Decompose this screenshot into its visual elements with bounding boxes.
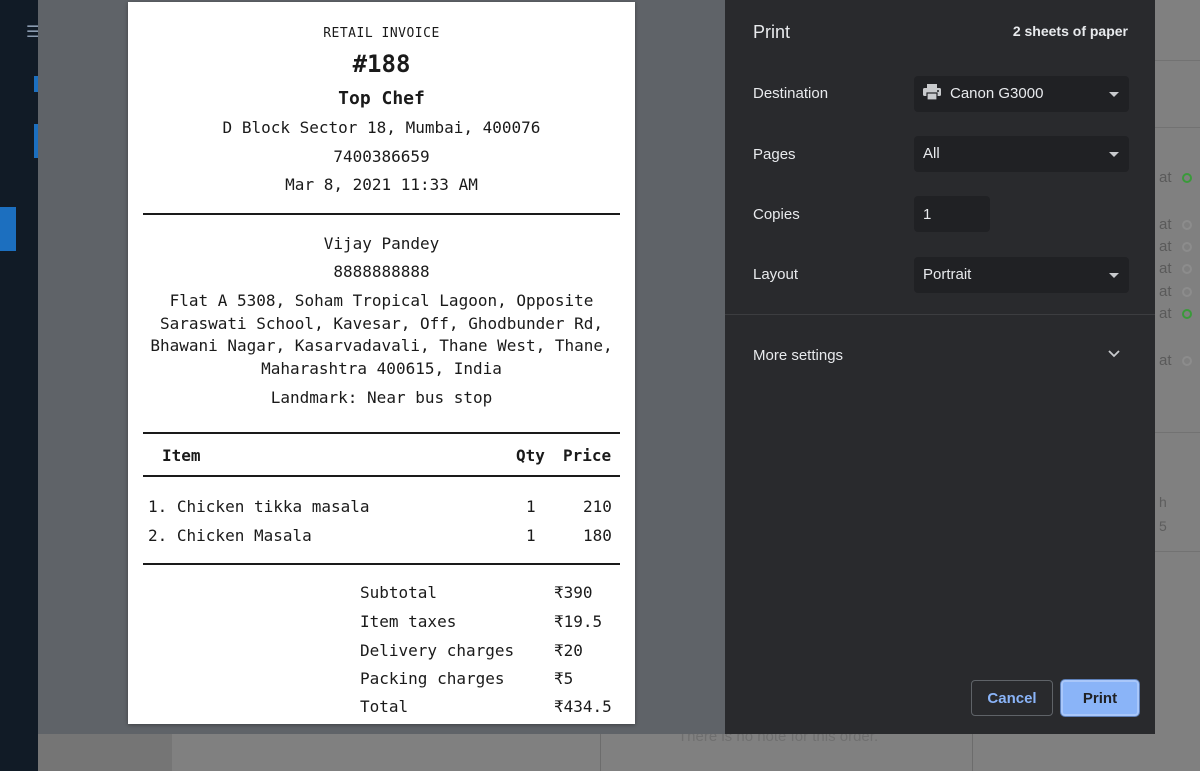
item-name: 2. Chicken Masala (148, 526, 312, 545)
delivery-charges-label: Delivery charges (360, 641, 515, 660)
copies-label: Copies (753, 206, 800, 223)
bg-ghost-text: 5 (1159, 518, 1167, 534)
layout-value: Portrait (923, 266, 972, 283)
divider (143, 563, 620, 565)
status-dot-icon (1181, 309, 1192, 319)
printer-icon (923, 78, 941, 101)
copies-input[interactable] (914, 196, 990, 232)
subtotal-label: Subtotal (360, 583, 438, 602)
invoice-date: Mar 8, 2021 11:33 AM (285, 175, 478, 194)
bg-bottom-strip: There is no note for this order. (38, 728, 1200, 771)
status-dot-icon (1181, 356, 1192, 366)
layout-select[interactable]: Portrait (914, 257, 1129, 293)
bg-ghost-text: h (1159, 494, 1167, 510)
print-button[interactable]: Print (1061, 680, 1139, 716)
bg-sidebar: ☰ (0, 0, 41, 771)
destination-select[interactable]: Canon G3000 (914, 76, 1129, 112)
shop-phone: 7400386659 (333, 147, 430, 166)
delivery-charges-value: ₹20 (554, 641, 583, 660)
caret-down-icon (1109, 273, 1119, 278)
shop-name: Top Chef (338, 88, 425, 109)
divider (143, 432, 620, 434)
print-title: Print (753, 22, 791, 42)
packing-charges-value: ₹5 (554, 669, 574, 688)
bg-status-row: at (1159, 260, 1192, 277)
destination-label: Destination (753, 85, 829, 102)
list-icon: ☰ (26, 22, 41, 41)
invoice-page-preview: RETAIL INVOICE #188 Top Chef D Block Sec… (128, 2, 635, 724)
bg-status-row: at (1159, 238, 1192, 255)
sheet-count: 2 sheets of paper (1012, 23, 1128, 39)
item-qty: 1 (526, 526, 536, 545)
bg-status-row: at (1159, 169, 1192, 186)
packing-charges-label: Packing charges (360, 669, 505, 688)
bg-divider (1155, 127, 1200, 128)
caret-down-icon (1109, 92, 1119, 97)
print-settings-panel: Print 2 sheets of paper Destination Cano… (725, 0, 1155, 734)
bg-divider (600, 734, 601, 771)
bg-status-row: at (1159, 216, 1192, 233)
bg-divider (972, 734, 973, 771)
total-value: ₹434.5 (554, 697, 612, 716)
status-dot-icon (1181, 264, 1192, 274)
customer-name: Vijay Pandey (323, 234, 440, 253)
invoice-type: RETAIL INVOICE (323, 26, 440, 41)
column-header-item: Item (162, 446, 201, 465)
shop-address: D Block Sector 18, Mumbai, 400076 (222, 118, 541, 137)
item-qty: 1 (526, 497, 536, 516)
status-dot-icon (1181, 173, 1192, 183)
cancel-button[interactable]: Cancel (971, 680, 1053, 716)
destination-value: Canon G3000 (950, 85, 1044, 102)
subtotal-value: ₹390 (554, 583, 593, 602)
item-taxes-value: ₹19.5 (554, 612, 603, 631)
bg-status-row: at (1159, 305, 1192, 322)
bg-right-column: at at at at at at at h 5 (1155, 0, 1200, 734)
divider (143, 213, 620, 215)
customer-landmark: Landmark: Near bus stop (270, 388, 493, 407)
bg-divider (1155, 551, 1200, 552)
chevron-down-icon[interactable] (1106, 345, 1122, 361)
print-dialog: RETAIL INVOICE #188 Top Chef D Block Sec… (38, 0, 1155, 734)
status-dot-icon (1181, 287, 1192, 297)
column-header-qty: Qty (516, 446, 545, 465)
caret-down-icon (1109, 152, 1119, 157)
bg-status-row: at (1159, 283, 1192, 300)
pages-value: All (923, 145, 940, 162)
pages-label: Pages (753, 146, 796, 163)
divider (143, 475, 620, 477)
item-name: 1. Chicken tikka masala (148, 497, 370, 516)
panel-divider (725, 314, 1155, 315)
invoice-number: #188 (352, 50, 411, 78)
bg-status-row: at (1159, 352, 1192, 369)
layout-label: Layout (753, 266, 799, 283)
column-header-price: Price (563, 446, 612, 465)
more-settings-toggle[interactable]: More settings (753, 347, 843, 364)
item-price: 180 (583, 526, 612, 545)
customer-address: Flat A 5308, Soham Tropical Lagoon, Oppo… (150, 291, 613, 378)
item-price: 210 (583, 497, 612, 516)
item-taxes-label: Item taxes (360, 612, 457, 631)
customer-phone: 8888888888 (333, 262, 430, 281)
pages-select[interactable]: All (914, 136, 1129, 172)
bg-accent (0, 207, 16, 251)
status-dot-icon (1181, 242, 1192, 252)
total-label: Total (360, 697, 409, 716)
bg-divider (1155, 432, 1200, 433)
print-preview-area[interactable]: RETAIL INVOICE #188 Top Chef D Block Sec… (38, 0, 725, 734)
bg-divider (1155, 60, 1200, 61)
status-dot-icon (1181, 220, 1192, 230)
